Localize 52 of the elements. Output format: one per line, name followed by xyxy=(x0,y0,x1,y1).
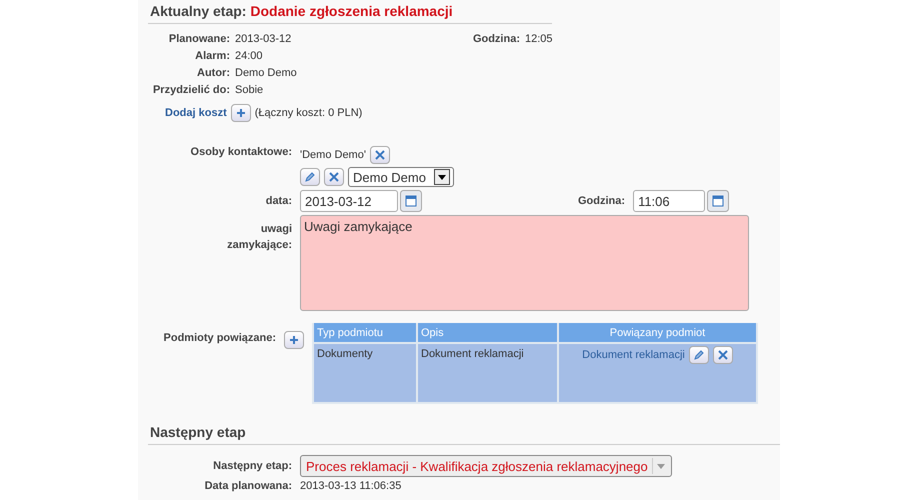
field-label: Podmioty powiązane: xyxy=(162,332,276,344)
calendar-icon[interactable] xyxy=(707,190,730,212)
field-value: 12:05 xyxy=(525,33,554,45)
close-icon xyxy=(328,171,340,183)
remove-button[interactable] xyxy=(324,168,344,186)
close-icon xyxy=(374,149,386,161)
cost-total: (Łączny koszt: 0 PLN) xyxy=(254,107,362,119)
add-cost-link[interactable]: Dodaj koszt xyxy=(165,107,227,119)
field-label: Godzina: xyxy=(472,33,520,45)
field-label: Godzina: xyxy=(578,195,626,207)
stage-name: Dodanie zgłoszenia reklamacji xyxy=(250,3,453,19)
field-label: Osoby kontaktowe: xyxy=(190,146,292,158)
plus-icon xyxy=(234,107,247,119)
field-label: Następny etap: xyxy=(212,460,292,472)
field-label: Przydzielić do: xyxy=(152,84,230,96)
field-label: uwagi zamykające: xyxy=(226,222,292,253)
field-value: 2013-03-13 11:06:35 xyxy=(300,480,402,492)
remove-button[interactable] xyxy=(712,346,733,364)
pencil-icon xyxy=(692,349,705,361)
contact-name: 'Demo Demo' xyxy=(300,149,366,161)
contact-select[interactable]: Demo Demo xyxy=(348,167,454,187)
calendar-icon[interactable] xyxy=(400,190,422,212)
field-label: Data planowana: xyxy=(204,480,292,492)
column-header: Typ podmiotu xyxy=(313,323,417,343)
notes-textarea[interactable]: Uwagi zamykające xyxy=(300,215,749,311)
table-cell: Dokumenty xyxy=(313,343,417,403)
field-value: 2013-03-12 xyxy=(235,33,292,45)
section-heading: Następny etap xyxy=(148,418,780,445)
field-value: Sobie xyxy=(235,84,264,96)
stage-label: Aktualny etap: xyxy=(150,3,248,19)
remove-button[interactable] xyxy=(370,146,390,164)
field-label: Planowane: xyxy=(168,33,230,45)
table-cell: Dokument reklamacji xyxy=(417,343,558,403)
add-button[interactable] xyxy=(230,104,251,122)
caret-icon xyxy=(656,464,665,468)
date-field[interactable]: 2013-03-12 xyxy=(300,190,398,212)
time-field[interactable]: 11:06 xyxy=(633,190,706,212)
edit-button[interactable] xyxy=(300,168,320,186)
field-value: 24:00 xyxy=(235,50,264,62)
add-button[interactable] xyxy=(284,331,304,349)
field-value: Demo Demo xyxy=(235,67,298,79)
column-header: Powiązany podmiot xyxy=(558,323,757,343)
stage-select[interactable]: Proces reklamacji - Kwalifikacja zgłoszenia reklamacyjnego xyxy=(300,455,672,477)
pencil-icon xyxy=(304,171,316,183)
close-icon xyxy=(716,349,729,361)
field-label: Alarm: xyxy=(194,50,230,62)
plus-icon xyxy=(288,334,300,346)
caret-icon xyxy=(438,174,446,180)
field-label: Autor: xyxy=(196,67,230,79)
column-header: Opis xyxy=(417,323,558,343)
edit-button[interactable] xyxy=(688,346,709,364)
field-label: data: xyxy=(264,195,292,207)
